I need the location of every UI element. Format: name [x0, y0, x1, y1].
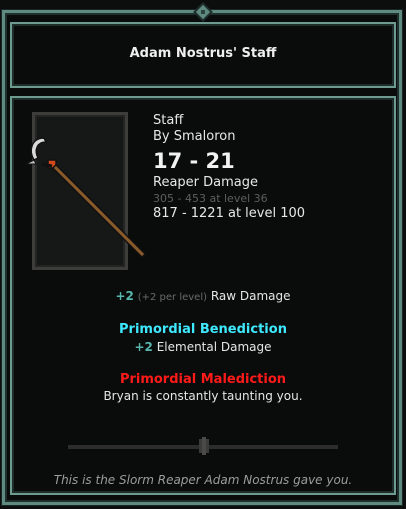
item-author: By Smaloron [153, 129, 236, 144]
level-100-range: 817 - 1221 at level 100 [153, 206, 306, 221]
benediction-effect: +2 Elemental Damage [10, 340, 396, 354]
malediction-effect: Bryan is constantly taunting you. [103, 389, 303, 403]
raw-damage-value: +2 [115, 289, 134, 303]
staff-icon [25, 137, 147, 259]
raw-damage-stat: +2 (+2 per level) Raw Damage [10, 289, 396, 303]
level-36-range: 305 - 453 at level 36 [153, 192, 268, 205]
benediction-title: Primordial Benediction [119, 322, 287, 337]
title-bar: Adam Nostrus' Staff [10, 22, 396, 88]
divider-ornament-icon [199, 437, 209, 455]
malediction-title: Primordial Malediction [119, 372, 287, 387]
item-title: Adam Nostrus' Staff [129, 46, 277, 61]
frame-ornament-icon [193, 2, 213, 22]
item-type: Staff [153, 113, 184, 128]
benediction-label: Elemental Damage [156, 340, 272, 354]
item-info: Staff By Smaloron 17 - 21 Reaper Damage … [153, 113, 305, 222]
benediction-value: +2 [134, 340, 153, 354]
damage-range: 17 - 21 [153, 149, 235, 173]
raw-damage-label: Raw Damage [210, 289, 291, 303]
raw-damage-per-level: (+2 per level) [137, 292, 207, 303]
flavor-text: This is the Slorm Reaper Adam Nostrus ga… [53, 473, 353, 487]
damage-type: Reaper Damage [153, 175, 258, 190]
